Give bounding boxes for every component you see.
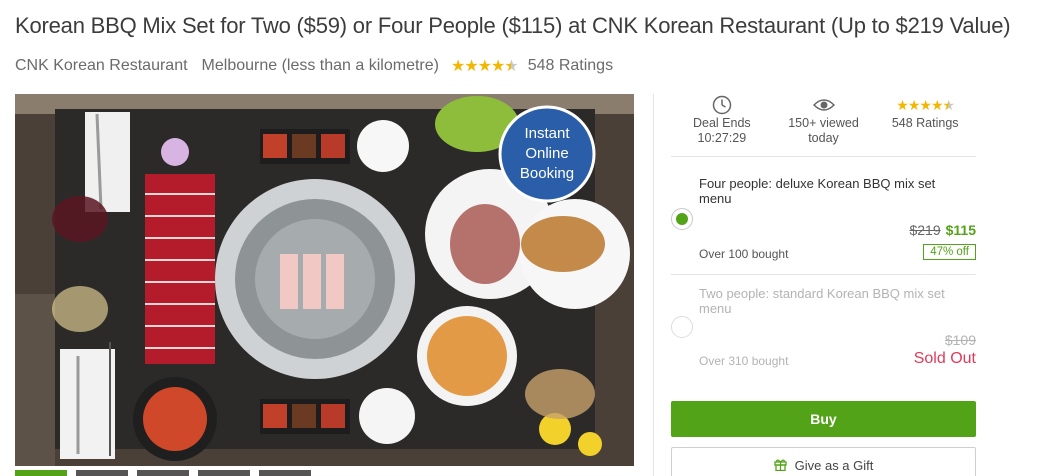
merchant-link[interactable]: CNK Korean Restaurant: [15, 57, 188, 75]
deal-photo[interactable]: Instant Online Booking: [15, 94, 634, 466]
gift-button[interactable]: Give as a Gift: [671, 447, 976, 476]
thumbnail[interactable]: [198, 470, 250, 476]
original-price: $109: [944, 332, 976, 348]
badge-line2: Online: [525, 145, 568, 162]
thumbnail[interactable]: [15, 470, 67, 476]
location-text[interactable]: Melbourne (less than a kilometre): [202, 57, 439, 75]
thumbnail-strip: [15, 470, 311, 476]
option-price: $219 $115: [909, 222, 976, 238]
gift-icon: [773, 458, 787, 474]
thumbnail[interactable]: [137, 470, 189, 476]
star-icon: ★: [930, 96, 944, 113]
clock-icon: [671, 94, 773, 116]
deal-ends-time: 10:27:29: [697, 131, 747, 145]
thumbnail[interactable]: [259, 470, 311, 476]
option-name: Four people: deluxe Korean BBQ mix set m…: [699, 176, 936, 206]
ratings-count[interactable]: 548 Ratings: [528, 57, 613, 75]
viewed-stat: 150+ viewed today: [773, 94, 875, 156]
original-price: $219: [909, 222, 941, 238]
option-radio-selected[interactable]: [671, 208, 693, 230]
star-icon: ★: [477, 58, 492, 75]
star-icon: ★: [907, 96, 921, 113]
option-four-people[interactable]: Four people: deluxe Korean BBQ mix set m…: [671, 176, 976, 275]
star-icon: ★: [450, 58, 465, 75]
deal-stats: Deal Ends 10:27:29 150+ viewed today ★ ★…: [671, 94, 976, 157]
viewed-line2: today: [808, 131, 839, 145]
eye-icon: [773, 94, 875, 116]
ratings-stat[interactable]: ★ ★ ★ ★ ★ 548 Ratings: [874, 94, 976, 156]
deal-meta: CNK Korean Restaurant Melbourne (less th…: [15, 56, 613, 76]
badge-line1: Instant: [524, 125, 570, 142]
badge-line3: Booking: [520, 165, 574, 182]
rating-stars[interactable]: ★ ★ ★ ★ ★: [450, 56, 519, 76]
star-icon: ★: [464, 58, 478, 75]
viewed-line1: 150+ viewed: [788, 116, 859, 130]
sold-out-label: Sold Out: [913, 350, 976, 367]
star-icon: ★: [942, 96, 956, 113]
deal-ends-stat: Deal Ends 10:27:29: [671, 94, 773, 156]
rating-stars-small: ★ ★ ★ ★ ★: [896, 96, 956, 113]
buy-button[interactable]: Buy: [671, 401, 976, 437]
star-icon: ★: [896, 96, 909, 113]
bought-count: Over 310 bought: [699, 354, 789, 368]
thumbnail[interactable]: [76, 470, 128, 476]
sale-price: $115: [945, 222, 976, 238]
star-icon: ★: [919, 96, 932, 113]
bbq-table-photo: Instant Online Booking: [15, 94, 634, 466]
gift-label: Give as a Gift: [794, 458, 874, 473]
option-price: $109: [945, 332, 976, 348]
sidebar-divider: [653, 94, 654, 476]
ratings-label: 548 Ratings: [891, 116, 959, 130]
option-name: Two people: standard Korean BBQ mix set …: [699, 286, 945, 316]
deal-ends-label: Deal Ends: [692, 116, 751, 130]
deal-title: Korean BBQ Mix Set for Two ($59) or Four…: [15, 13, 1011, 38]
star-icon: ★: [504, 58, 518, 75]
discount-badge: 47% off: [923, 244, 976, 260]
star-icon: ★: [491, 58, 505, 75]
bought-count: Over 100 bought: [699, 247, 789, 261]
option-two-people: Two people: standard Korean BBQ mix set …: [671, 286, 976, 382]
option-radio-disabled: [671, 316, 693, 338]
